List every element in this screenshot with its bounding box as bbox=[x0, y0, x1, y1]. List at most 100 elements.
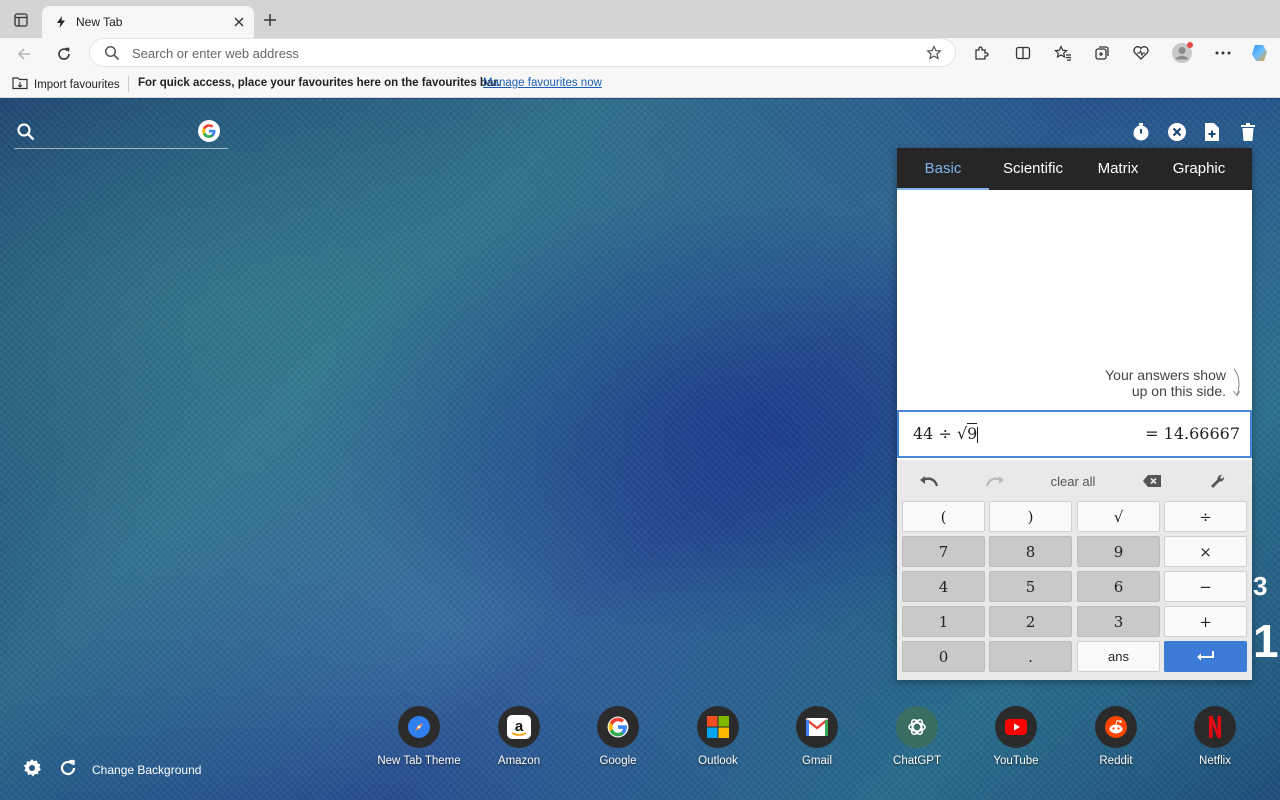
key-9[interactable]: 9 bbox=[1077, 536, 1160, 567]
answer-hint-line-1: Your answers show bbox=[1105, 367, 1226, 383]
shortcut-label: Outlook bbox=[698, 755, 738, 767]
import-favourites-label: Import favourites bbox=[34, 78, 120, 91]
tab-scientific[interactable]: Scientific bbox=[989, 148, 1077, 190]
shortcut-gmail[interactable]: Gmail bbox=[772, 706, 862, 767]
bolt-icon bbox=[54, 15, 68, 29]
google-engine-icon[interactable] bbox=[198, 120, 220, 142]
expression-text: 44 ÷ √9 bbox=[913, 423, 979, 443]
copilot-icon[interactable] bbox=[1249, 42, 1271, 64]
key-3[interactable]: 3 bbox=[1077, 606, 1160, 637]
profile-avatar[interactable] bbox=[1171, 42, 1193, 64]
favourite-star-icon[interactable] bbox=[925, 44, 943, 62]
tab-actions-icon[interactable] bbox=[12, 11, 30, 29]
close-tab-icon[interactable] bbox=[230, 13, 248, 31]
shortcut-label: Reddit bbox=[1099, 755, 1133, 767]
text-cursor bbox=[977, 426, 979, 443]
key-minus[interactable]: − bbox=[1164, 571, 1247, 602]
favbar-divider bbox=[128, 76, 129, 92]
extensions-icon[interactable] bbox=[970, 42, 992, 64]
calculator-output-area: Your answers show up on this side. bbox=[897, 190, 1252, 410]
youtube-icon bbox=[995, 706, 1037, 748]
svg-text:a: a bbox=[515, 718, 524, 735]
key-7[interactable]: 7 bbox=[902, 536, 985, 567]
add-note-icon[interactable] bbox=[1201, 121, 1223, 143]
key-2[interactable]: 2 bbox=[989, 606, 1072, 637]
calculator-widget: Basic Scientific Matrix Graphic Your ans… bbox=[897, 148, 1252, 680]
back-button[interactable] bbox=[12, 42, 36, 66]
shortcut-new-tab-theme[interactable]: New Tab Theme bbox=[374, 706, 464, 767]
key-open-paren[interactable]: ( bbox=[902, 501, 985, 532]
tab-graphic[interactable]: Graphic bbox=[1159, 148, 1239, 190]
more-options-icon[interactable] bbox=[1212, 42, 1234, 64]
tab-basic[interactable]: Basic bbox=[897, 148, 989, 190]
reddit-icon bbox=[1095, 706, 1137, 748]
toolbar bbox=[0, 38, 1280, 69]
settings-gear-icon[interactable] bbox=[22, 758, 42, 778]
backspace-icon[interactable] bbox=[1141, 470, 1163, 492]
newtab-search-box[interactable] bbox=[14, 117, 228, 149]
address-input[interactable] bbox=[132, 43, 892, 63]
clock-digit-fragment: 1 bbox=[1253, 615, 1279, 667]
key-sqrt[interactable]: √ bbox=[1077, 501, 1160, 532]
refresh-button[interactable] bbox=[52, 42, 76, 66]
shortcut-label: ChatGPT bbox=[893, 755, 941, 767]
key-6[interactable]: 6 bbox=[1077, 571, 1160, 602]
refresh-background-icon[interactable] bbox=[58, 758, 78, 778]
shortcut-amazon[interactable]: a Amazon bbox=[474, 706, 564, 767]
undo-icon[interactable] bbox=[917, 470, 941, 492]
shortcut-outlook[interactable]: Outlook bbox=[673, 706, 763, 767]
shortcut-label: Netflix bbox=[1199, 755, 1231, 767]
tab-matrix[interactable]: Matrix bbox=[1077, 148, 1159, 190]
key-decimal[interactable]: . bbox=[989, 641, 1072, 672]
key-8[interactable]: 8 bbox=[989, 536, 1072, 567]
radicand: 9 bbox=[967, 423, 978, 443]
close-circle-icon[interactable] bbox=[1166, 121, 1188, 143]
key-0[interactable]: 0 bbox=[902, 641, 985, 672]
shortcut-reddit[interactable]: Reddit bbox=[1071, 706, 1161, 767]
calculator-tab-bar: Basic Scientific Matrix Graphic bbox=[897, 148, 1252, 190]
browser-essentials-icon[interactable] bbox=[1130, 42, 1152, 64]
tab-strip: New Tab bbox=[0, 0, 1280, 38]
shortcut-netflix[interactable]: Netflix bbox=[1170, 706, 1260, 767]
trash-icon[interactable] bbox=[1237, 121, 1259, 143]
search-icon bbox=[104, 45, 120, 61]
shortcut-label: Amazon bbox=[497, 755, 541, 767]
enter-icon bbox=[1196, 648, 1216, 666]
curved-arrow-icon bbox=[1230, 368, 1244, 398]
shortcut-google[interactable]: Google bbox=[573, 706, 663, 767]
amazon-icon: a bbox=[498, 706, 540, 748]
gmail-icon bbox=[796, 706, 838, 748]
address-bar[interactable] bbox=[89, 38, 956, 67]
shortcut-chatgpt[interactable]: ChatGPT bbox=[872, 706, 962, 767]
search-icon bbox=[16, 122, 36, 142]
key-5[interactable]: 5 bbox=[989, 571, 1072, 602]
split-screen-icon[interactable] bbox=[1012, 42, 1034, 64]
answer-hint: Your answers show up on this side. bbox=[1105, 367, 1226, 399]
key-enter[interactable] bbox=[1164, 641, 1247, 672]
expression-input[interactable]: 44 ÷ √9 = 14.66667 bbox=[897, 410, 1252, 458]
clear-all-button[interactable]: clear all bbox=[1043, 470, 1103, 492]
new-tab-button[interactable] bbox=[260, 10, 280, 30]
tab-new-tab[interactable]: New Tab bbox=[42, 6, 254, 38]
shortcut-label: New Tab Theme bbox=[377, 755, 461, 767]
expression-prefix: 44 ÷ bbox=[913, 424, 957, 443]
import-folder-icon bbox=[12, 76, 28, 93]
wrench-icon[interactable] bbox=[1207, 470, 1229, 492]
key-multiply[interactable]: × bbox=[1164, 536, 1247, 567]
key-close-paren[interactable]: ) bbox=[989, 501, 1072, 532]
key-1[interactable]: 1 bbox=[902, 606, 985, 637]
import-favourites-button[interactable]: Import favourites bbox=[12, 76, 120, 93]
key-plus[interactable]: + bbox=[1164, 606, 1247, 637]
key-4[interactable]: 4 bbox=[902, 571, 985, 602]
key-ans[interactable]: ans bbox=[1077, 641, 1160, 672]
favourites-icon[interactable] bbox=[1052, 42, 1074, 64]
timer-icon[interactable] bbox=[1130, 121, 1152, 143]
manage-favourites-link[interactable]: Manage favourites now bbox=[483, 77, 602, 89]
redo-icon[interactable] bbox=[983, 470, 1007, 492]
radical-sign: √ bbox=[956, 424, 968, 443]
shortcut-youtube[interactable]: YouTube bbox=[971, 706, 1061, 767]
key-divide[interactable]: ÷ bbox=[1164, 501, 1247, 532]
collections-icon[interactable] bbox=[1091, 42, 1113, 64]
clock-digit-fragment: 3 bbox=[1253, 571, 1268, 601]
change-background-link[interactable]: Change Background bbox=[92, 763, 201, 777]
